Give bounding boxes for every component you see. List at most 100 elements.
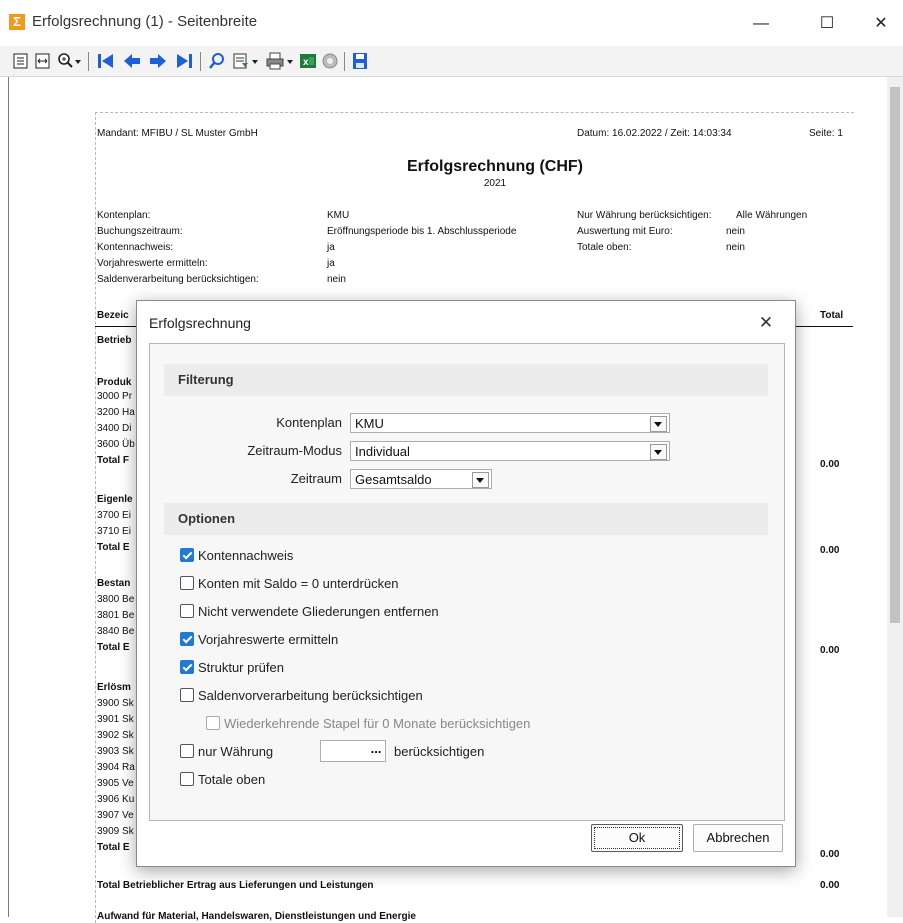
report-row: 3400 Di <box>97 423 132 434</box>
export-icon[interactable] <box>232 51 260 71</box>
email-icon[interactable] <box>320 51 340 71</box>
report-param-label: Saldenverarbeitung berücksichtigen: <box>97 274 259 285</box>
report-row: Total F <box>97 455 130 466</box>
next-page-icon[interactable] <box>148 51 168 71</box>
saldenvor-label: Saldenvorverarbeitung berücksichtigen <box>198 688 423 703</box>
report-param-label: Kontenplan: <box>97 210 151 221</box>
report-total-value: 0.00 <box>820 459 840 470</box>
save-icon[interactable] <box>350 51 370 71</box>
zeitraum-value: Gesamtsaldo <box>355 472 432 487</box>
toolbar-separator <box>344 52 345 71</box>
kontennachweis-checkbox[interactable] <box>180 548 194 562</box>
dialog-title: Erfolgsrechnung <box>149 315 251 331</box>
section-filterung-label: Filterung <box>178 372 234 387</box>
report-param-right-value: Alle Währungen <box>736 210 808 221</box>
kontennachweis-label: Kontennachweis <box>198 548 294 563</box>
stapel-checkbox <box>206 716 220 730</box>
report-row: Erlösm <box>97 682 131 693</box>
zeitraum-modus-value: Individual <box>355 444 410 459</box>
vorjahr-label: Vorjahreswerte ermitteln <box>198 632 339 647</box>
zeitraum-modus-select[interactable]: Individual <box>350 441 670 461</box>
chevron-down-icon[interactable] <box>650 444 667 460</box>
nur-waehrung-checkbox[interactable] <box>180 744 194 758</box>
vorjahr-checkbox[interactable] <box>180 632 194 646</box>
print-icon[interactable] <box>265 51 295 71</box>
page-width-icon[interactable] <box>34 51 52 71</box>
kontenplan-label: Kontenplan <box>276 415 342 430</box>
report-row: Eigenle <box>97 494 133 505</box>
report-row: 3902 Sk <box>97 730 134 741</box>
toolbar-separator <box>88 52 89 71</box>
struktur-label: Struktur prüfen <box>198 660 284 675</box>
chevron-down-icon[interactable] <box>650 416 667 432</box>
kontenplan-value: KMU <box>355 416 384 431</box>
report-year: 2021 <box>483 178 507 189</box>
report-title: Erfolgsrechnung (CHF) <box>407 158 583 175</box>
section-filterung: Filterung <box>164 364 768 396</box>
first-page-icon[interactable] <box>96 51 116 71</box>
toolbar-separator <box>200 52 201 71</box>
section-optionen: Optionen <box>164 503 768 535</box>
report-param-label: Buchungszeitraum: <box>97 226 183 237</box>
cancel-button[interactable]: Abbrechen <box>693 824 783 852</box>
report-param-right-label: Nur Währung berücksichtigen: <box>577 210 712 221</box>
report-row: 3200 Ha <box>97 407 135 418</box>
ok-button[interactable]: Ok <box>591 824 683 852</box>
report-row: 3900 Sk <box>97 698 134 709</box>
zoom-icon[interactable] <box>56 51 82 71</box>
toolbar: x <box>0 46 903 77</box>
total-betrieblicher-ertrag: Total Betrieblicher Ertrag aus Lieferung… <box>97 880 374 891</box>
beruecksichtigen-label: berücksichtigen <box>394 744 485 759</box>
totale-oben-label: Totale oben <box>198 772 266 787</box>
dialog-body: Filterung Kontenplan KMU Zeitraum-Modus … <box>149 343 785 821</box>
search-icon[interactable] <box>207 51 227 71</box>
struktur-checkbox[interactable] <box>180 660 194 674</box>
scrollbar-thumb[interactable] <box>890 87 900 623</box>
report-row: 3801 Be <box>97 610 135 621</box>
saldo-null-checkbox[interactable] <box>180 576 194 590</box>
excel-icon[interactable]: x <box>298 51 318 71</box>
maximize-button[interactable]: ☐ <box>804 8 850 40</box>
report-param-right-value: nein <box>726 226 745 237</box>
nur-waehrung-label: nur Währung <box>198 744 274 759</box>
report-param-right-value: nein <box>726 242 745 253</box>
waehrung-input[interactable]: ... <box>320 740 386 762</box>
report-row: 3710 Ei <box>97 526 131 537</box>
report-total-value: 0.00 <box>820 545 840 556</box>
report-param-right-label: Auswertung mit Euro: <box>577 226 673 237</box>
svg-text:x: x <box>303 57 309 68</box>
kontenplan-select[interactable]: KMU <box>350 413 670 433</box>
zeitraum-select[interactable]: Gesamtsaldo <box>350 469 492 489</box>
report-param-value: nein <box>327 274 346 285</box>
waehrung-picker-button[interactable]: ... <box>367 741 385 761</box>
report-row: Betrieb <box>97 335 132 346</box>
report-row: 3904 Ra <box>97 762 135 773</box>
erfolgsrechnung-dialog: Erfolgsrechnung ✕ Filterung Kontenplan K… <box>136 300 796 867</box>
report-param-value: KMU <box>327 210 350 221</box>
page-view-icon[interactable] <box>12 51 30 71</box>
report-row: Total E <box>97 542 130 553</box>
column-header-bezeichnung: Bezeic <box>97 310 129 321</box>
minimize-button[interactable]: — <box>738 8 784 40</box>
report-param-label: Vorjahreswerte ermitteln: <box>97 258 208 269</box>
report-row: 3800 Be <box>97 594 135 605</box>
report-param-value: Eröffnungsperiode bis 1. Abschlussperiod… <box>327 226 517 237</box>
section-optionen-label: Optionen <box>178 511 236 526</box>
totale-oben-checkbox[interactable] <box>180 772 194 786</box>
report-row: 3000 Pr <box>97 391 133 402</box>
close-button[interactable]: ✕ <box>858 8 903 40</box>
title-bar: Σ Erfolgsrechnung (1) - Seitenbreite — ☐… <box>0 0 903 46</box>
zeitraum-label: Zeitraum <box>290 471 342 486</box>
last-page-icon[interactable] <box>174 51 194 71</box>
gliederungen-checkbox[interactable] <box>180 604 194 618</box>
report-row: 3840 Be <box>97 626 135 637</box>
chevron-down-icon[interactable] <box>472 472 489 488</box>
saldenvor-checkbox[interactable] <box>180 688 194 702</box>
report-date: Datum: 16.02.2022 / Zeit: 14:03:34 <box>577 128 732 139</box>
viewer-border <box>8 77 9 917</box>
column-header-total: Total <box>820 310 844 321</box>
dialog-close-button[interactable]: ✕ <box>751 309 781 337</box>
prev-page-icon[interactable] <box>122 51 142 71</box>
report-total-value: 0.00 <box>820 849 840 860</box>
report-row: 3600 Üb <box>97 439 135 450</box>
